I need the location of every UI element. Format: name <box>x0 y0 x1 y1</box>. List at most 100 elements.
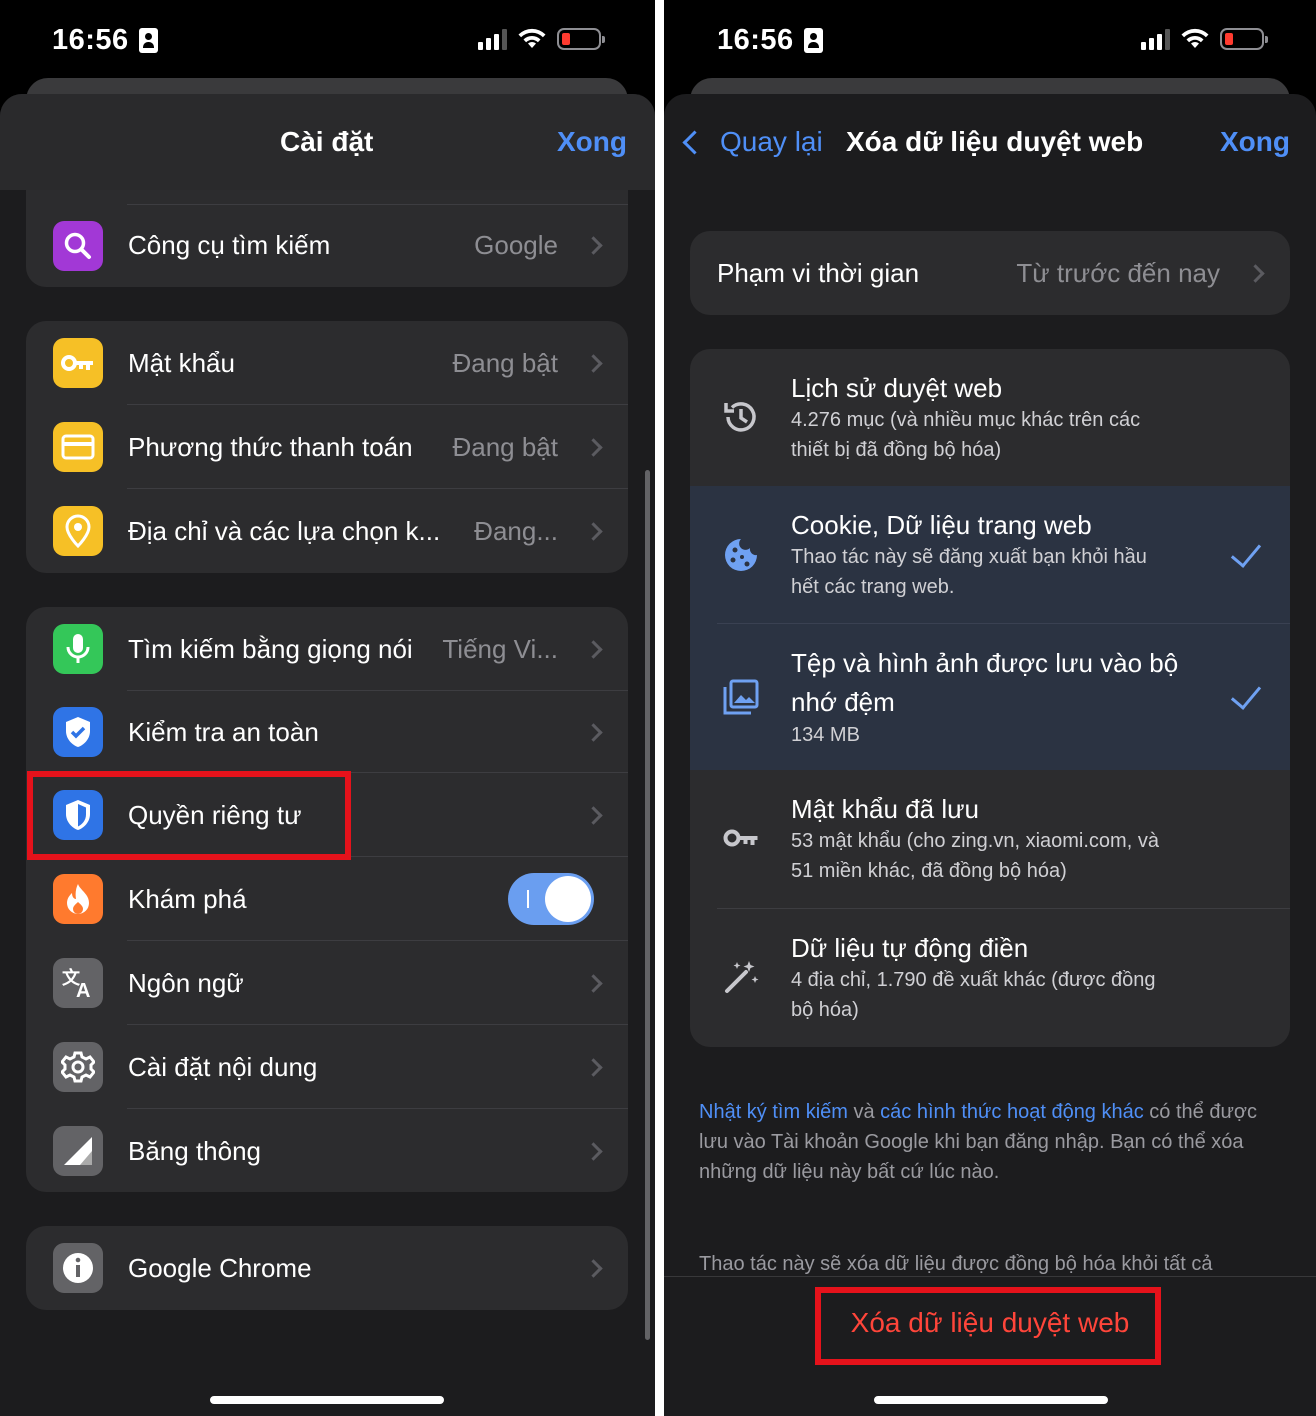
nav-bar: Quay lại Xóa dữ liệu duyệt web Xong <box>664 94 1316 204</box>
content-settings-row[interactable]: Cài đặt nội dung <box>26 1025 628 1109</box>
payment-methods-label: Phương thức thanh toán <box>128 431 413 462</box>
saved-passwords-title: Mật khẩu đã lưu <box>791 794 979 824</box>
passwords-label: Mật khẩu <box>128 347 235 378</box>
nav-bar: Cài đặt Xong <box>0 94 655 190</box>
settings-screen: 16:56 Cài đặt Xong Công cụ tìm kiếm Goog… <box>0 0 655 1416</box>
saved-passwords-desc-1: 53 mật khẩu (cho zing.vn, xiaomi.com, và <box>791 830 1159 852</box>
google-chrome-label: Google Chrome <box>128 1252 312 1283</box>
payment-methods-row[interactable]: Phương thức thanh toán Đang bật <box>26 405 628 489</box>
voice-search-row[interactable]: Tìm kiếm bằng giọng nói Tiếng Vi... <box>26 607 628 691</box>
home-indicator[interactable] <box>874 1396 1108 1404</box>
cookie-icon <box>721 535 761 575</box>
home-indicator[interactable] <box>210 1396 444 1404</box>
history-icon <box>721 397 761 437</box>
cached-files-title-1: Tệp và hình ảnh được lưu vào bộ <box>791 648 1179 678</box>
key-icon <box>53 338 103 388</box>
image-stack-icon <box>721 677 761 717</box>
safety-check-row[interactable]: Kiểm tra an toàn <box>26 691 628 773</box>
id-badge-icon <box>138 28 158 53</box>
search-engine-row[interactable]: Công cụ tìm kiếm Google <box>26 190 628 287</box>
advanced-group: Tìm kiếm bằng giọng nói Tiếng Vi... Kiểm… <box>26 607 628 1192</box>
search-history-link[interactable]: Nhật ký tìm kiếm <box>699 1101 848 1123</box>
signal-icon <box>1141 28 1170 50</box>
cookies-desc-2: hết các trang web. <box>791 576 955 598</box>
addresses-row[interactable]: Địa chỉ và các lựa chọn k... Đang... <box>26 489 628 573</box>
scrollbar[interactable] <box>645 470 650 1340</box>
autofill-data-desc-2: bộ hóa) <box>791 999 859 1021</box>
bandwidth-icon <box>53 1126 103 1176</box>
settings-sheet: Cài đặt Xong Công cụ tìm kiếm Google Mật… <box>0 94 655 1416</box>
done-button[interactable]: Xong <box>557 126 627 158</box>
autofill-data-desc-1: 4 địa chỉ, 1.790 đề xuất khác (được đồng <box>791 969 1156 991</box>
clear-button-highlight-box <box>815 1287 1161 1365</box>
browsing-history-row[interactable]: Lịch sử duyệt web 4.276 mục (và nhiều mụ… <box>690 349 1290 486</box>
chevron-right-icon <box>584 1141 603 1161</box>
cached-files-row[interactable]: Tệp và hình ảnh được lưu vào bộ nhớ đệm … <box>690 624 1290 770</box>
back-label: Quay lại <box>720 126 823 157</box>
time-range-group: Phạm vi thời gian Từ trước đến nay <box>690 231 1290 315</box>
languages-row[interactable]: 文A Ngôn ngữ <box>26 941 628 1025</box>
svg-text:A: A <box>76 980 90 1000</box>
chevron-right-icon <box>584 236 603 255</box>
about-group: Google Chrome <box>26 1226 628 1310</box>
microphone-icon <box>53 624 103 674</box>
time-range-row[interactable]: Phạm vi thời gian Từ trước đến nay <box>690 231 1290 315</box>
privacy-highlight-box <box>27 771 351 860</box>
addresses-label: Địa chỉ và các lựa chọn k... <box>128 515 441 546</box>
wifi-icon <box>1181 28 1209 48</box>
voice-search-label: Tìm kiếm bằng giọng nói <box>128 633 413 664</box>
chevron-right-icon <box>584 1258 603 1278</box>
browsing-history-desc-1: 4.276 mục (và nhiều mục khác trên các <box>791 409 1141 431</box>
passwords-row[interactable]: Mật khẩu Đang bật <box>26 321 628 405</box>
chevron-right-icon <box>584 437 603 457</box>
checkmark-icon <box>1230 536 1262 568</box>
translate-icon: 文A <box>53 958 103 1008</box>
done-button[interactable]: Xong <box>1220 126 1290 158</box>
saved-passwords-row[interactable]: Mật khẩu đã lưu 53 mật khẩu (cho zing.vn… <box>690 770 1290 908</box>
autofill-group: Mật khẩu Đang bật Phương thức thanh toán… <box>26 321 628 573</box>
page-title: Xóa dữ liệu duyệt web <box>846 126 1144 157</box>
chevron-right-icon <box>1246 263 1265 283</box>
browsing-history-desc-2: thiết bị đã đồng bộ hóa) <box>791 439 1002 461</box>
discover-toggle[interactable] <box>508 873 594 925</box>
chevron-right-icon <box>584 805 603 825</box>
chevron-left-icon <box>682 129 707 155</box>
back-button[interactable]: Quay lại <box>680 126 823 158</box>
discover-label: Khám phá <box>128 883 247 914</box>
autofill-data-row[interactable]: Dữ liệu tự động điền 4 địa chỉ, 1.790 đề… <box>690 909 1290 1047</box>
battery-icon <box>1220 28 1268 50</box>
status-time: 16:56 <box>717 24 823 57</box>
checkmark-icon <box>1230 678 1262 710</box>
cookies-desc-1: Thao tác này sẽ đăng xuất bạn khỏi hầu <box>791 546 1147 568</box>
cookies-row[interactable]: Cookie, Dữ liệu trang web Thao tác này s… <box>690 486 1290 624</box>
chevron-right-icon <box>584 353 603 373</box>
search-icon <box>53 220 103 271</box>
passwords-value: Đang bật <box>452 347 558 378</box>
safety-check-label: Kiểm tra an toàn <box>128 716 319 747</box>
browsing-history-title: Lịch sử duyệt web <box>791 373 1003 403</box>
gear-icon <box>53 1042 103 1092</box>
bandwidth-label: Băng thông <box>128 1135 262 1166</box>
sync-note: Thao tác này sẽ xóa dữ liệu được đồng bộ… <box>699 1253 1213 1275</box>
account-activity-note: Nhật ký tìm kiếm và các hình thức hoạt đ… <box>699 1097 1269 1187</box>
wifi-icon <box>518 28 546 48</box>
shield-check-icon <box>53 707 103 757</box>
card-icon <box>53 422 103 472</box>
clear-browsing-data-screen: 16:56 Quay lại Xóa dữ liệu duyệt web Xon… <box>664 0 1316 1416</box>
google-chrome-row[interactable]: Google Chrome <box>26 1226 628 1310</box>
other-activity-link[interactable]: các hình thức hoạt động khác <box>880 1101 1144 1123</box>
bandwidth-row[interactable]: Băng thông <box>26 1109 628 1192</box>
cookies-title: Cookie, Dữ liệu trang web <box>791 510 1092 540</box>
time-range-label: Phạm vi thời gian <box>717 257 920 288</box>
chevron-right-icon <box>584 722 603 742</box>
search-engine-label: Công cụ tìm kiếm <box>128 230 331 260</box>
languages-label: Ngôn ngữ <box>128 967 244 998</box>
status-icons <box>478 28 605 50</box>
status-time: 16:56 <box>52 24 158 57</box>
data-types-group: Lịch sử duyệt web 4.276 mục (và nhiều mụ… <box>690 349 1290 1047</box>
time-range-value: Từ trước đến nay <box>1016 257 1220 288</box>
cached-files-title-2: nhớ đệm <box>791 687 895 717</box>
clear-data-sheet: Quay lại Xóa dữ liệu duyệt web Xong Phạm… <box>664 94 1316 1416</box>
discover-row: Khám phá <box>26 857 628 941</box>
info-icon <box>53 1243 103 1293</box>
